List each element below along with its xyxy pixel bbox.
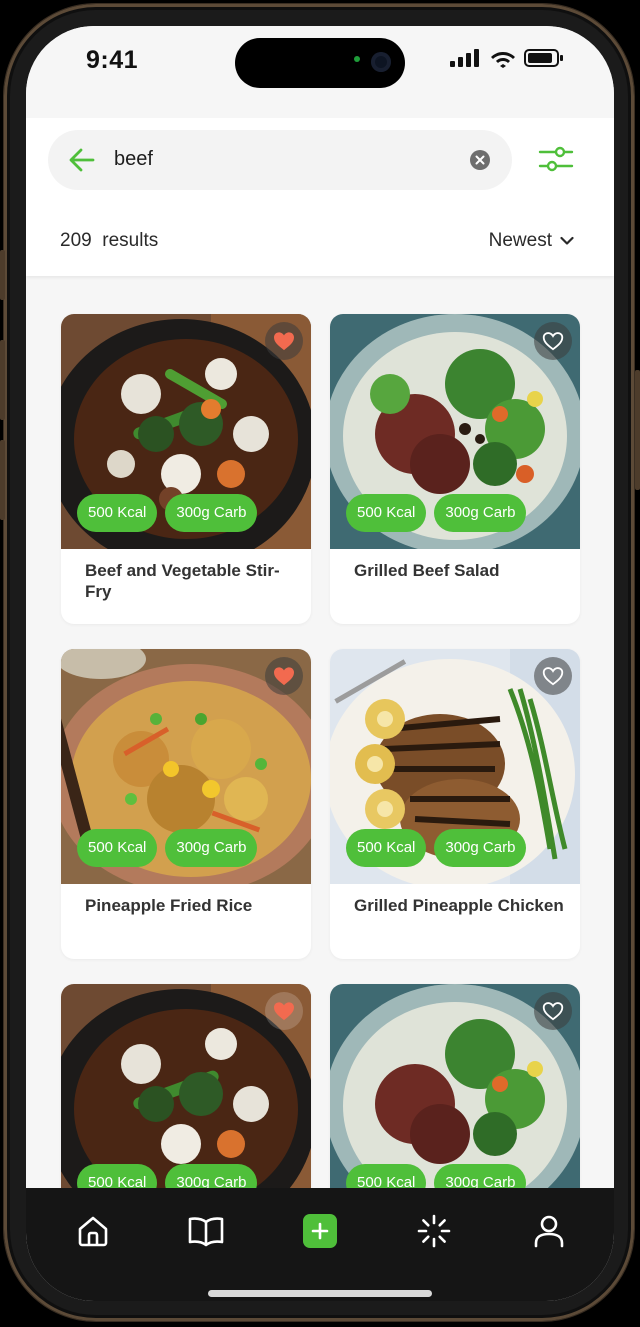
tab-add[interactable]: [303, 1214, 337, 1248]
loader-icon[interactable]: [417, 1214, 451, 1248]
search-query-text[interactable]: beef: [114, 148, 153, 171]
kcal-badge: 500 Kcal: [77, 829, 158, 867]
favorite-button[interactable]: [265, 992, 303, 1030]
screen: 9:41 beef 209 results Newest 500 Kcal 30…: [26, 26, 614, 1301]
heart-outline-icon[interactable]: [542, 666, 564, 686]
sort-dropdown[interactable]: Newest: [489, 230, 574, 252]
action-button: [0, 250, 5, 300]
recipe-card[interactable]: 500 Kcal 300g Carb Pineapple Fried Rice: [61, 649, 311, 959]
carb-badge: 300g Carb: [434, 494, 527, 532]
recipe-card[interactable]: 500 Kcal 300g Carb: [61, 984, 311, 1188]
heart-icon[interactable]: [273, 666, 295, 686]
user-icon[interactable]: [533, 1214, 565, 1248]
add-icon[interactable]: [311, 1222, 329, 1240]
recipe-grid: 500 Kcal 300g Carb Beef and Vegetable St…: [26, 276, 614, 1188]
home-indicator[interactable]: [208, 1290, 432, 1297]
back-arrow-icon[interactable]: [68, 146, 96, 174]
camera-icon: [371, 52, 391, 72]
bottom-tab-bar: [26, 1188, 614, 1301]
heart-outline-icon[interactable]: [542, 1001, 564, 1021]
volume-up-button: [0, 340, 5, 420]
filter-sliders-icon[interactable]: [538, 142, 574, 178]
heart-outline-icon[interactable]: [542, 331, 564, 351]
tab-home[interactable]: [74, 1212, 112, 1250]
nutrition-pills: 500 Kcal 300g Carb: [346, 494, 527, 532]
status-time: 9:41: [86, 46, 139, 74]
recipe-title[interactable]: Pineapple Fried Rice: [85, 895, 295, 916]
nutrition-pills: 500 Kcal 300g Carb: [77, 1164, 258, 1188]
kcal-badge: 500 Kcal: [346, 829, 427, 867]
results-count: 209 results: [60, 230, 158, 252]
recipe-title[interactable]: Beef and Vegetable Stir-Fry: [85, 560, 295, 602]
signal-icon: [450, 49, 479, 67]
carb-badge: 300g Carb: [434, 1164, 527, 1188]
recipe-card[interactable]: 500 Kcal 300g Carb Beef and Vegetable St…: [61, 314, 311, 624]
dynamic-island: [235, 38, 405, 88]
favorite-button[interactable]: [534, 322, 572, 360]
volume-down-button: [0, 440, 5, 520]
favorite-button[interactable]: [534, 657, 572, 695]
tab-recipes[interactable]: [187, 1212, 225, 1250]
nutrition-pills: 500 Kcal 300g Carb: [77, 494, 258, 532]
recipe-card[interactable]: 500 Kcal 300g Carb Grilled Beef Salad: [330, 314, 580, 624]
carb-badge: 300g Carb: [165, 829, 258, 867]
power-button: [635, 370, 640, 490]
heart-icon[interactable]: [273, 331, 295, 351]
status-icons: [450, 48, 564, 68]
kcal-badge: 500 Kcal: [346, 494, 427, 532]
recipe-title[interactable]: Grilled Pineapple Chicken: [354, 895, 564, 916]
kcal-badge: 500 Kcal: [77, 1164, 158, 1188]
recipe-card[interactable]: 500 Kcal 300g Carb: [330, 984, 580, 1188]
favorite-button[interactable]: [534, 992, 572, 1030]
sort-label[interactable]: Newest: [489, 230, 552, 252]
wifi-icon: [491, 51, 515, 68]
tab-profile[interactable]: [530, 1212, 568, 1250]
nutrition-pills: 500 Kcal 300g Carb: [77, 829, 258, 867]
carb-badge: 300g Carb: [434, 829, 527, 867]
clear-search-icon[interactable]: [470, 150, 490, 170]
kcal-badge: 500 Kcal: [346, 1164, 427, 1188]
chevron-down-icon[interactable]: [560, 236, 574, 246]
heart-icon[interactable]: [273, 1001, 295, 1021]
search-input[interactable]: beef: [48, 130, 512, 190]
nutrition-pills: 500 Kcal 300g Carb: [346, 1164, 527, 1188]
carb-badge: 300g Carb: [165, 494, 258, 532]
favorite-button[interactable]: [265, 657, 303, 695]
status-bar: 9:41: [26, 26, 614, 118]
recipe-card[interactable]: 500 Kcal 300g Carb Grilled Pineapple Chi…: [330, 649, 580, 959]
tab-activity[interactable]: [415, 1212, 453, 1250]
book-icon[interactable]: [188, 1215, 224, 1247]
privacy-indicator-icon: [354, 56, 360, 62]
recipe-title[interactable]: Grilled Beef Salad: [354, 560, 564, 581]
carb-badge: 300g Carb: [165, 1164, 258, 1188]
search-header: beef 209 results Newest: [26, 118, 614, 276]
home-icon[interactable]: [76, 1214, 110, 1248]
results-number: 209: [60, 230, 92, 251]
nutrition-pills: 500 Kcal 300g Carb: [346, 829, 527, 867]
favorite-button[interactable]: [265, 322, 303, 360]
battery-icon: [524, 49, 563, 67]
kcal-badge: 500 Kcal: [77, 494, 158, 532]
results-label: results: [102, 230, 159, 251]
